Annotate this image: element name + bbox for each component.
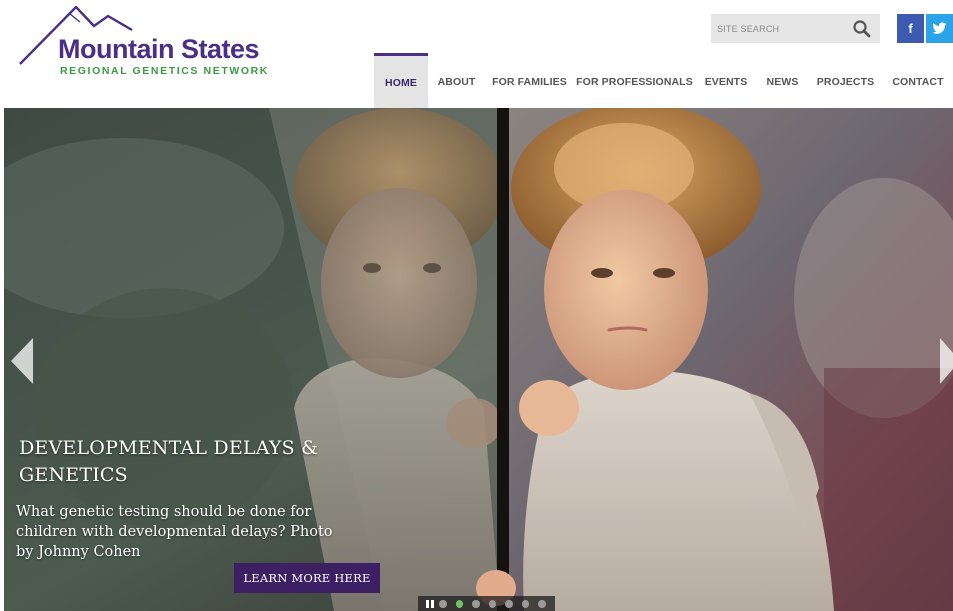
site-header: Mountain States REGIONAL GENETICS NETWOR… [0, 0, 953, 108]
slider-pagination [418, 596, 555, 611]
nav-item-news[interactable]: NEWS [757, 53, 808, 108]
search-icon[interactable] [852, 19, 872, 39]
slider-dot[interactable] [505, 599, 513, 608]
slider-dot-active[interactable] [455, 599, 464, 608]
hero-slider: DEVELOPMENTAL DELAYS & GENETICS What gen… [4, 108, 953, 611]
nav-item-home[interactable]: HOME [374, 53, 428, 108]
learn-more-button[interactable]: LEARN MORE HERE [234, 563, 380, 593]
nav-item-for-professionals[interactable]: FOR PROFESSIONALS [574, 53, 695, 108]
previous-slide-arrow-icon[interactable] [9, 336, 35, 386]
facebook-button[interactable]: f [897, 14, 924, 43]
nav-item-for-families[interactable]: FOR FAMILIES [485, 53, 574, 108]
slider-dot[interactable] [472, 599, 480, 608]
search-input[interactable] [711, 14, 841, 43]
nav-item-about[interactable]: ABOUT [428, 53, 485, 108]
slider-dot[interactable] [439, 599, 447, 608]
hero-title: DEVELOPMENTAL DELAYS & GENETICS [19, 437, 319, 486]
facebook-icon: f [908, 21, 913, 36]
slider-dot[interactable] [521, 599, 530, 608]
hero-caption: What genetic testing should be done for … [16, 504, 333, 560]
twitter-button[interactable] [926, 14, 953, 43]
slider-dot[interactable] [538, 599, 547, 608]
twitter-icon [932, 22, 947, 34]
logo-title: Mountain States [58, 34, 260, 64]
nav-item-contact[interactable]: CONTACT [883, 53, 953, 108]
slider-dot[interactable] [488, 599, 497, 608]
logo-subtitle: REGIONAL GENETICS NETWORK [60, 65, 269, 77]
nav-item-projects[interactable]: PROJECTS [808, 53, 883, 108]
nav-item-events[interactable]: EVENTS [695, 53, 757, 108]
site-logo[interactable]: Mountain States REGIONAL GENETICS NETWOR… [18, 6, 288, 80]
site-search [711, 14, 880, 43]
main-nav: HOME ABOUT FOR FAMILIES FOR PROFESSIONAL… [374, 53, 953, 108]
pause-icon[interactable] [424, 596, 435, 611]
next-slide-arrow-icon[interactable] [936, 336, 953, 386]
